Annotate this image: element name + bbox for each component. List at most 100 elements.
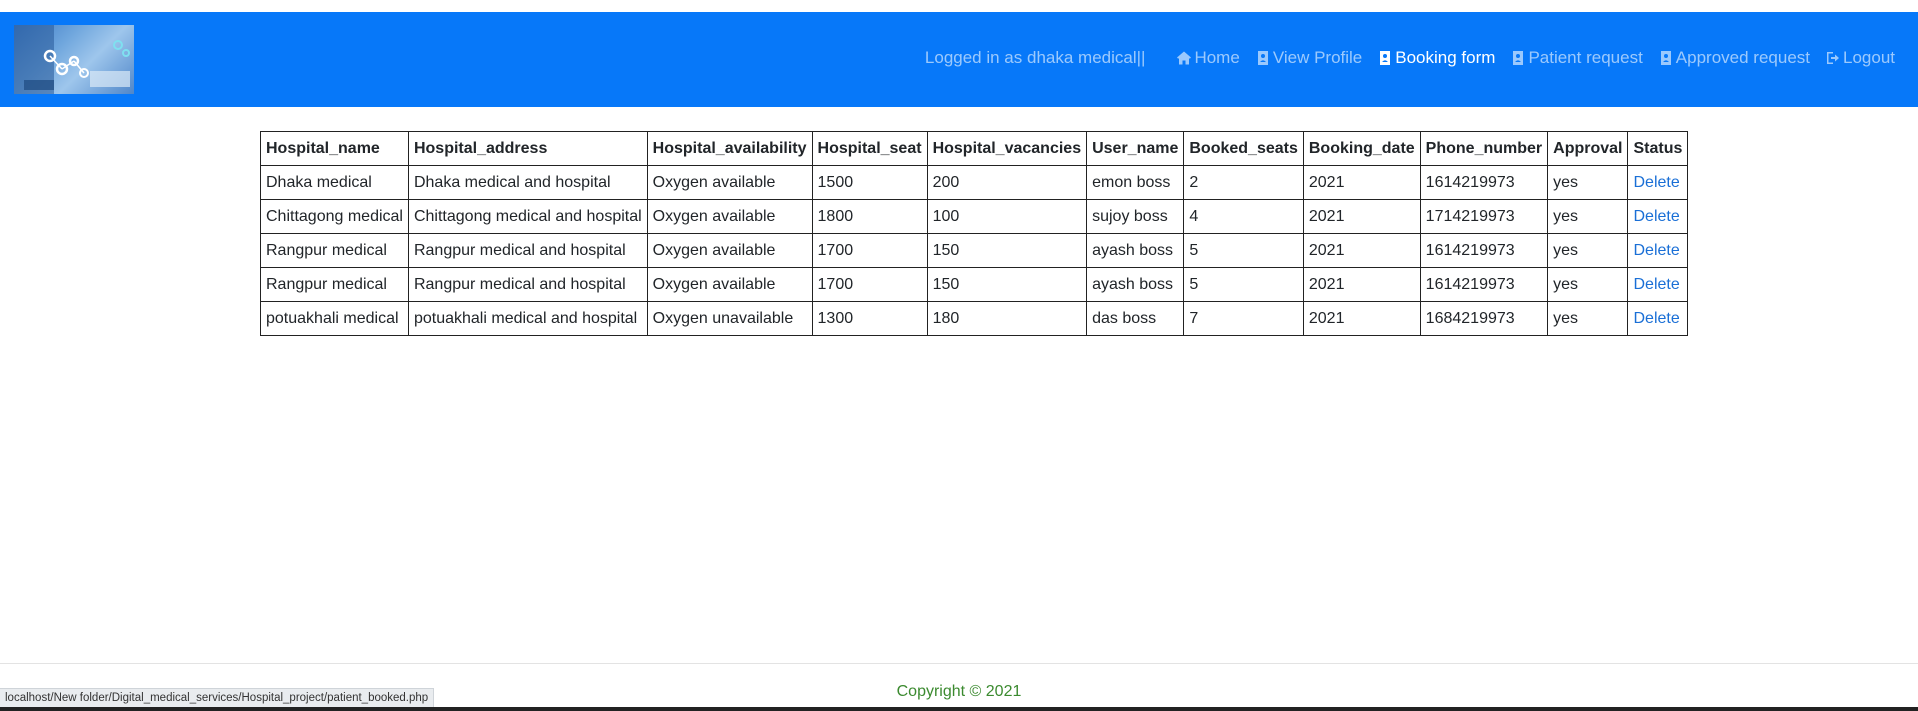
browser-status-url: localhost/New folder/Digital_medical_ser… xyxy=(0,688,435,709)
header-approval: Approval xyxy=(1547,131,1629,166)
cell-user-name: ayash boss xyxy=(1086,233,1185,268)
header-status: Status xyxy=(1627,131,1689,166)
cell-phone-number: 1614219973 xyxy=(1419,267,1549,302)
cell-user-name: sujoy boss xyxy=(1086,199,1185,234)
cell-phone-number: 1614219973 xyxy=(1419,233,1549,268)
nav-links: Logged in as dhaka medical|| Home View P… xyxy=(925,43,1895,73)
table-row: potuakhali medical potuakhali medical an… xyxy=(260,301,1689,336)
nav-view-profile[interactable]: View Profile xyxy=(1255,48,1362,68)
header-hospital-seat: Hospital_seat xyxy=(811,131,928,166)
cell-user-name: emon boss xyxy=(1086,165,1185,200)
cell-hospital-name: Dhaka medical xyxy=(260,165,409,200)
nav-booking-form[interactable]: Booking form xyxy=(1377,48,1495,68)
footer-divider xyxy=(0,663,1918,664)
bookings-table: Hospital_name Hospital_address Hospital_… xyxy=(260,131,1689,336)
cell-status: Delete xyxy=(1627,267,1689,302)
delete-link[interactable]: Delete xyxy=(1633,310,1679,327)
navbar: Logged in as dhaka medical|| Home View P… xyxy=(0,12,1918,107)
cell-hospital-vacancies: 150 xyxy=(926,233,1088,268)
profile-icon xyxy=(1255,50,1271,66)
nav-home[interactable]: Home xyxy=(1176,48,1240,68)
cell-hospital-vacancies: 100 xyxy=(926,199,1088,234)
cell-hospital-seat: 1500 xyxy=(811,165,928,200)
table-row: Chittagong medical Chittagong medical an… xyxy=(260,199,1689,234)
header-hospital-availability: Hospital_availability xyxy=(646,131,813,166)
cell-hospital-name: potuakhali medical xyxy=(260,301,409,336)
nav-logout[interactable]: Logout xyxy=(1825,48,1895,68)
cell-hospital-address: Chittagong medical and hospital xyxy=(407,199,648,234)
cell-approval: yes xyxy=(1547,267,1629,302)
cell-booked-seats: 2 xyxy=(1183,165,1304,200)
cell-hospital-name: Rangpur medical xyxy=(260,233,409,268)
cell-phone-number: 1714219973 xyxy=(1419,199,1549,234)
cell-user-name: das boss xyxy=(1086,301,1185,336)
nav-home-label: Home xyxy=(1194,48,1240,67)
home-icon xyxy=(1176,50,1192,66)
table-header-row: Hospital_name Hospital_address Hospital_… xyxy=(260,131,1689,166)
cell-hospital-seat: 1300 xyxy=(811,301,928,336)
cell-hospital-seat: 1700 xyxy=(811,233,928,268)
delete-link[interactable]: Delete xyxy=(1633,276,1679,293)
cell-hospital-name: Rangpur medical xyxy=(260,267,409,302)
nav-approved-request-label: Approved request xyxy=(1675,48,1810,67)
cell-user-name: ayash boss xyxy=(1086,267,1185,302)
cell-booking-date: 2021 xyxy=(1302,233,1421,268)
approved-icon xyxy=(1658,50,1674,66)
cell-phone-number: 1614219973 xyxy=(1419,165,1549,200)
cell-approval: yes xyxy=(1547,301,1629,336)
cell-hospital-address: Rangpur medical and hospital xyxy=(407,233,648,268)
cell-status: Delete xyxy=(1627,199,1689,234)
cell-approval: yes xyxy=(1547,165,1629,200)
cell-booked-seats: 5 xyxy=(1183,233,1304,268)
nav-logout-label: Logout xyxy=(1843,48,1895,67)
cell-hospital-availability: Oxygen available xyxy=(646,165,813,200)
nav-view-profile-label: View Profile xyxy=(1272,48,1363,67)
header-hospital-vacancies: Hospital_vacancies xyxy=(926,131,1088,166)
cell-hospital-availability: Oxygen available xyxy=(646,267,813,302)
nav-patient-request[interactable]: Patient request xyxy=(1510,48,1643,68)
cell-hospital-availability: Oxygen available xyxy=(646,233,813,268)
patient-icon xyxy=(1510,50,1526,66)
cell-hospital-name: Chittagong medical xyxy=(260,199,409,234)
cell-booking-date: 2021 xyxy=(1302,165,1421,200)
logout-icon xyxy=(1825,50,1841,66)
delete-link[interactable]: Delete xyxy=(1633,208,1679,225)
cell-booked-seats: 7 xyxy=(1183,301,1304,336)
cell-hospital-availability: Oxygen available xyxy=(646,199,813,234)
cell-hospital-availability: Oxygen unavailable xyxy=(646,301,813,336)
cell-booking-date: 2021 xyxy=(1302,199,1421,234)
cell-hospital-address: Rangpur medical and hospital xyxy=(407,267,648,302)
cell-booked-seats: 4 xyxy=(1183,199,1304,234)
nav-approved-request[interactable]: Approved request xyxy=(1658,48,1810,68)
cell-approval: yes xyxy=(1547,233,1629,268)
nav-patient-request-label: Patient request xyxy=(1528,48,1643,67)
cell-hospital-vacancies: 150 xyxy=(926,267,1088,302)
booking-icon xyxy=(1377,50,1393,66)
header-hospital-name: Hospital_name xyxy=(260,131,409,166)
top-strip xyxy=(0,0,1918,12)
nav-booking-form-label: Booking form xyxy=(1395,48,1496,67)
cell-approval: yes xyxy=(1547,199,1629,234)
header-booked-seats: Booked_seats xyxy=(1183,131,1304,166)
cell-hospital-vacancies: 200 xyxy=(926,165,1088,200)
logo[interactable] xyxy=(14,25,134,94)
header-user-name: User_name xyxy=(1086,131,1185,166)
bookings-table-container: Hospital_name Hospital_address Hospital_… xyxy=(260,131,1689,336)
cell-status: Delete xyxy=(1627,301,1689,336)
cell-hospital-seat: 1700 xyxy=(811,267,928,302)
cell-booking-date: 2021 xyxy=(1302,267,1421,302)
cell-hospital-address: Dhaka medical and hospital xyxy=(407,165,648,200)
delete-link[interactable]: Delete xyxy=(1633,242,1679,259)
header-hospital-address: Hospital_address xyxy=(407,131,648,166)
cell-hospital-address: potuakhali medical and hospital xyxy=(407,301,648,336)
cell-booked-seats: 5 xyxy=(1183,267,1304,302)
logged-in-text: Logged in as dhaka medical|| xyxy=(924,48,1146,67)
cell-hospital-seat: 1800 xyxy=(811,199,928,234)
delete-link[interactable]: Delete xyxy=(1633,174,1679,191)
table-row: Rangpur medical Rangpur medical and hosp… xyxy=(260,233,1689,268)
cell-booking-date: 2021 xyxy=(1302,301,1421,336)
cell-status: Delete xyxy=(1627,165,1689,200)
cell-hospital-vacancies: 180 xyxy=(926,301,1088,336)
table-row: Rangpur medical Rangpur medical and hosp… xyxy=(260,267,1689,302)
header-booking-date: Booking_date xyxy=(1302,131,1421,166)
